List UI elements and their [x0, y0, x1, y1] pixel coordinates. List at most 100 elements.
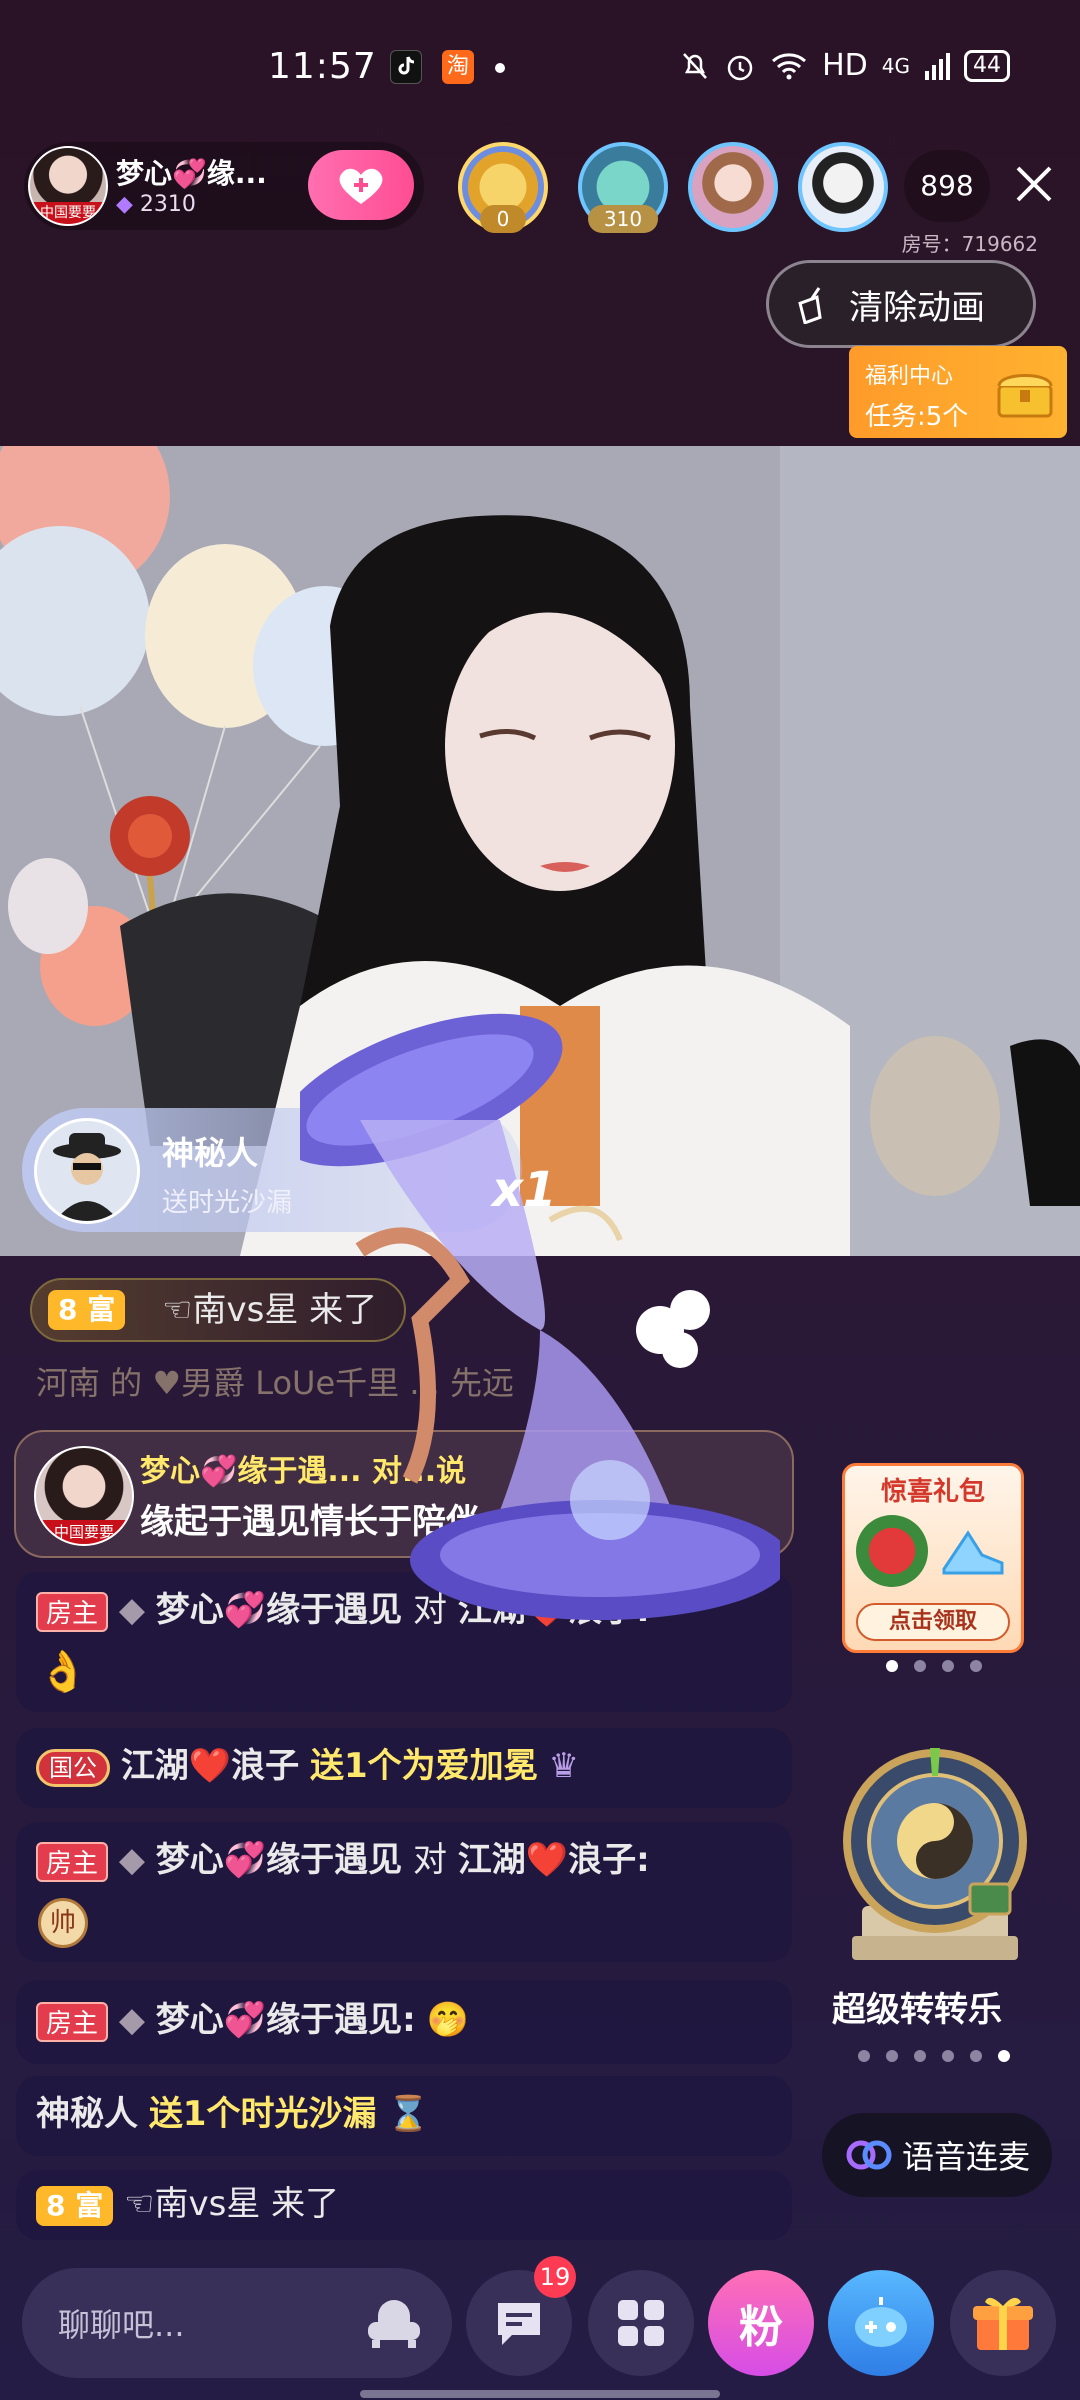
gift-sender-name: 神秘人 [162, 1134, 259, 1172]
wifi-icon [772, 52, 807, 79]
pager-dot [914, 2050, 926, 2062]
lucky-wheel-icon[interactable] [842, 1746, 1028, 1966]
chat-message: 8 富 ☜南vs星 来了 [16, 2170, 792, 2240]
follow-button[interactable] [308, 150, 414, 220]
hd-indicator: HD [822, 48, 868, 83]
fan-club-label: 粉 [739, 2302, 783, 2353]
top-viewer-2-score: 310 [588, 205, 658, 233]
rose-bouquet-icon [856, 1515, 928, 1587]
chat-target-name[interactable]: 江湖❤️浪子: [458, 1840, 650, 1880]
sofa-seat-icon[interactable] [364, 2296, 424, 2350]
heart-plus-icon [339, 168, 383, 204]
close-icon[interactable] [1010, 160, 1058, 208]
surprise-pack-title: 惊喜礼包 [880, 1477, 985, 1507]
grid-icon [618, 2300, 664, 2346]
game-controller-icon [855, 2297, 907, 2347]
message-icon [498, 2303, 540, 2345]
link-icon [846, 2140, 892, 2170]
pager-dot [998, 2050, 1010, 2062]
chat-connector: 对 [412, 1840, 447, 1880]
fan-club-button[interactable]: 粉 [708, 2270, 814, 2376]
home-indicator[interactable] [360, 2390, 720, 2398]
anchor-avatar[interactable]: 中国要要 [34, 1446, 134, 1546]
chat-content: 🤭 [426, 2000, 469, 2040]
surprise-pager-dots [886, 1660, 982, 1672]
status-right-group: HD 4G 44 [680, 48, 1010, 83]
chat-message: 国公 江湖❤️浪子 送1个为爱加冕 ♛ [16, 1728, 792, 1808]
network-type: 4G [881, 53, 910, 78]
wealth-level-badge: 8 富 [48, 1290, 126, 1330]
wheel-pager-dots [858, 2050, 1010, 2062]
mute-bell-icon [683, 52, 708, 79]
room-number: 房号：719662 [901, 232, 1038, 256]
chat-content-emoji: 帅 [38, 1898, 88, 1948]
lucky-wheel-label[interactable]: 超级转转乐 [832, 1982, 1002, 2031]
gift-multiplier: x1 [492, 1162, 557, 1218]
more-apps-button[interactable] [588, 2270, 694, 2376]
room-owner-tag: 房主 [36, 1841, 109, 1882]
gift-button[interactable] [950, 2270, 1056, 2376]
chat-gift-text: 送1个为爱加冕 [309, 1746, 538, 1786]
diamond-rank-icon: ◆ [118, 2000, 145, 2040]
tiktok-notification-icon [390, 50, 422, 84]
unread-badge: 19 [534, 2256, 576, 2298]
top-viewer-1-score: 0 [480, 205, 526, 233]
taobao-notification-icon: 淘 [442, 50, 474, 84]
chat-message: 神秘人 送1个时光沙漏 ⌛ [16, 2076, 792, 2156]
diamond-rank-icon: ◆ [118, 1590, 145, 1630]
pager-dot [942, 2050, 954, 2062]
chat-content: 👌 [38, 1649, 88, 1695]
alarm-icon [727, 55, 753, 80]
hourglass-gift-icon: ⌛ [387, 2094, 430, 2134]
chat-sender-name[interactable]: 神秘人 [36, 2094, 138, 2134]
gift-description: 送时光沙漏 [162, 1188, 293, 1218]
welfare-task: 任务:5个 [865, 402, 969, 432]
diamond-rank-icon: ◆ [118, 1840, 145, 1880]
game-button[interactable] [828, 2270, 934, 2376]
voice-link-button[interactable]: 语音连麦 [822, 2113, 1052, 2197]
room-owner-tag: 房主 [36, 2001, 109, 2042]
diamond-icon: ◆ [116, 192, 133, 217]
crown-gift-icon: ♛ [548, 1746, 579, 1786]
treasure-chest-icon [997, 374, 1053, 418]
crystal-shoe-icon [942, 1530, 1004, 1575]
noble-tag: 国公 [36, 1748, 110, 1787]
pager-dot [914, 1660, 926, 1672]
wealth-level-badge: 8 富 [36, 2186, 114, 2226]
cup [870, 1036, 1000, 1196]
top-viewer-3[interactable] [688, 142, 778, 232]
broom-icon [798, 287, 822, 324]
viewer-count[interactable]: 898 [904, 150, 990, 222]
clear-animation-button[interactable]: 清除动画 [766, 260, 1036, 348]
gift-sender-avatar[interactable] [34, 1118, 140, 1224]
chat-message: 房主 ◆ 梦心💞缘于遇见: 🤭 [16, 1980, 792, 2064]
anchor-avatar-tag: 中国要要 [36, 1520, 132, 1544]
pager-dot [886, 2050, 898, 2062]
chat-sender-name[interactable]: 江湖❤️浪子 [121, 1746, 299, 1786]
hourglass-gift-animation [300, 1013, 780, 1620]
status-time: 11:57 [268, 46, 377, 87]
notification-more-dot [495, 63, 505, 73]
host-avatar[interactable]: 中国要要 [28, 146, 108, 226]
room-owner-tag: 房主 [36, 1591, 109, 1632]
claim-button[interactable]: 点击领取 [856, 1603, 1010, 1641]
pager-dot [970, 1660, 982, 1672]
signal-icon [925, 52, 950, 80]
host-fans-count: ◆ 2310 [116, 192, 196, 217]
surprise-gift-pack[interactable]: 惊喜礼包 点击领取 [842, 1463, 1024, 1653]
chat-gift-text: 送1个时光沙漏 [148, 2094, 377, 2134]
pager-dot [858, 2050, 870, 2062]
pager-dot [942, 1660, 954, 1672]
welfare-center-button[interactable]: 福利中心 任务:5个 [849, 346, 1067, 438]
mystery-man-icon [37, 1121, 137, 1221]
host-avatar-tag: 中国要要 [30, 202, 106, 224]
chat-sender-name[interactable]: 梦心💞缘于遇见: [156, 2000, 416, 2040]
chat-message: 房主 ◆ 梦心💞缘于遇见 对 江湖❤️浪子: 帅 [16, 1822, 792, 1962]
top-viewer-4[interactable] [798, 142, 888, 232]
pager-dot [886, 1660, 898, 1672]
chat-input-placeholder[interactable]: 聊聊吧... [58, 2300, 185, 2346]
host-name: 梦心💞缘... [116, 157, 267, 190]
welfare-title: 福利中心 [865, 364, 954, 389]
chat-sender-name[interactable]: 梦心💞缘于遇见 [156, 1840, 402, 1880]
battery-icon: 44 [964, 49, 1010, 82]
